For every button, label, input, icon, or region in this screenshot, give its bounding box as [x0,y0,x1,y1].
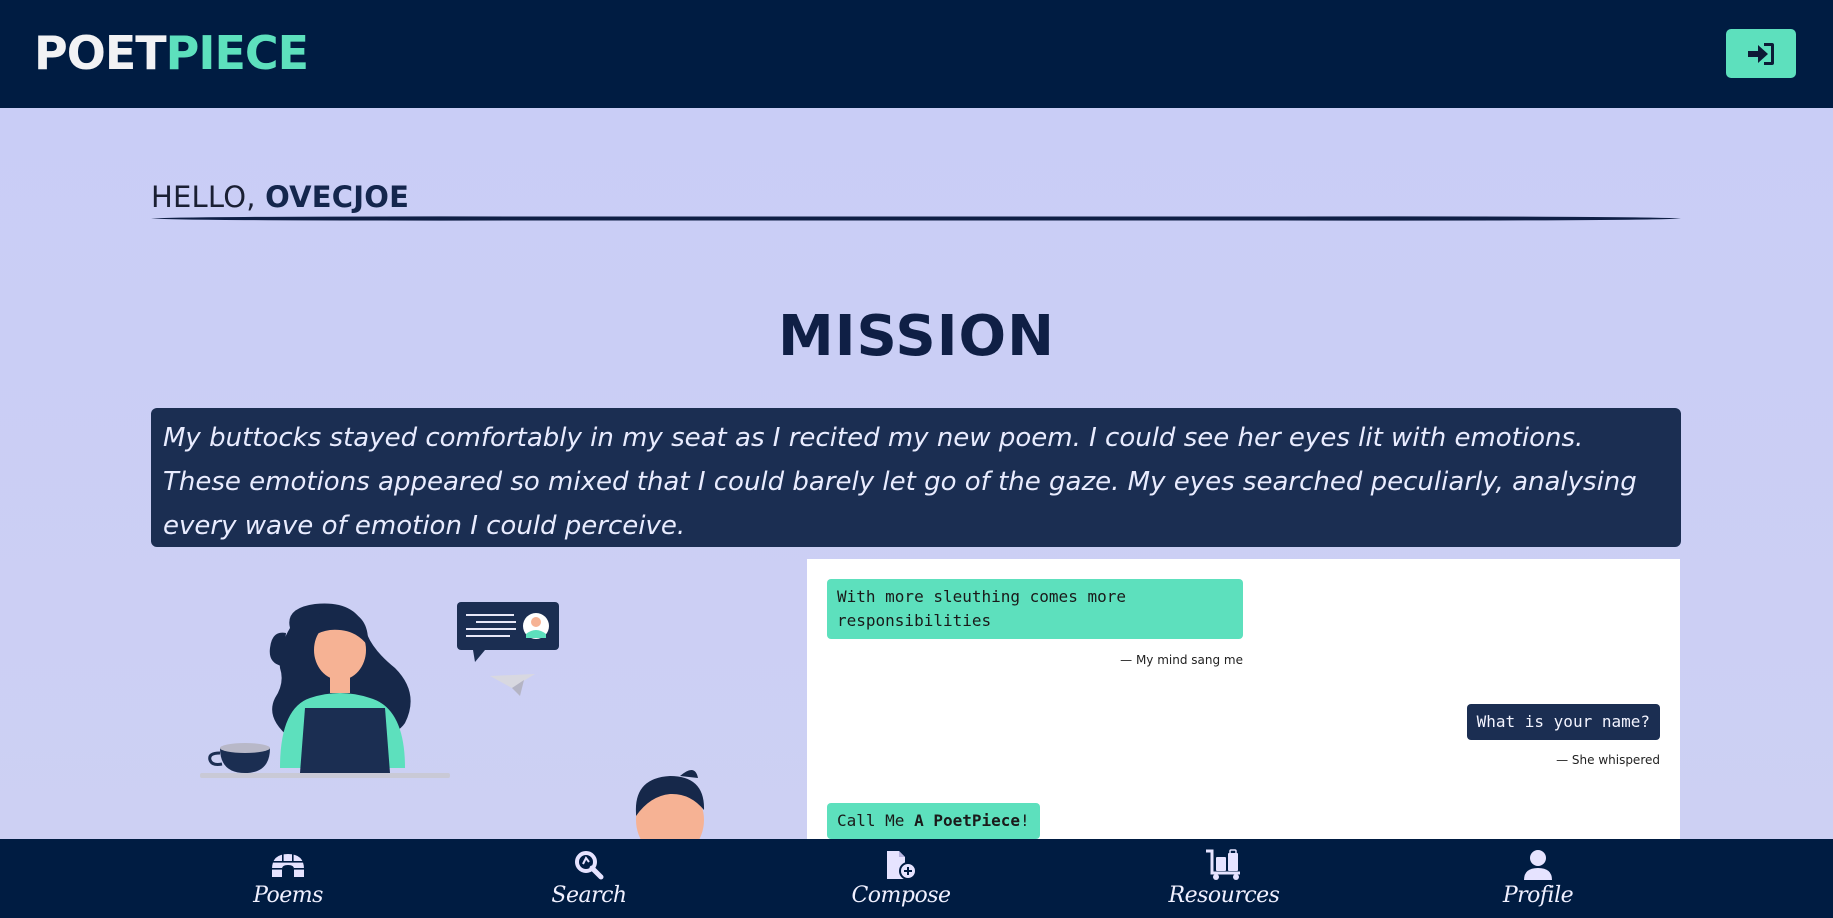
nav-item-profile[interactable]: Profile [1498,839,1578,918]
chat-bubble-question: What is your name? [1466,704,1660,740]
nav-item-resources[interactable]: Resources [1169,839,1280,918]
top-header: POETPIECE [0,0,1833,108]
chat-caption-whisper: — She whispered [1556,753,1660,767]
file-add-icon [887,851,917,880]
reply-bold: A PoetPiece [914,811,1021,830]
chat-bubble-reply: Call Me A PoetPiece! [827,803,1040,839]
greeting: HELLO, OVECJOE [151,180,409,214]
nav-label-compose: Compose [851,883,951,908]
sign-in-icon [1748,42,1774,65]
igloo-icon [272,854,304,877]
login-button[interactable] [1726,29,1796,78]
chat-panel: With more sleuthing comes more responsib… [807,559,1680,839]
luggage-cart-icon [1206,849,1240,880]
mission-title: MISSION [777,304,1056,369]
nav-label-profile: Profile [1502,883,1574,908]
logo-part-piece: PIECE [165,26,309,80]
reply-prefix: Call Me [837,811,915,830]
greeting-prefix: HELLO, [151,180,266,214]
nav-item-compose[interactable]: Compose [851,839,951,918]
greeting-divider [151,216,1681,221]
reply-suffix: ! [1020,811,1030,830]
mission-box: My buttocks stayed comfortably in my sea… [151,408,1681,547]
user-icon [1524,850,1552,880]
mission-text: My buttocks stayed comfortably in my sea… [163,423,1637,541]
bottom-nav: Poems Search Compose Resources Profile [0,839,1833,918]
search-icon [575,851,604,880]
poetpiece-logo[interactable]: POETPIECE [34,26,309,80]
nav-item-poems[interactable]: Poems [248,839,328,918]
nav-label-resources: Resources [1168,883,1280,908]
nav-label-search: Search [551,883,627,908]
main-content: HELLO, OVECJOE MISSION My buttocks staye… [0,108,1833,839]
logo-part-poet: POET [34,26,167,80]
writer-illustration [200,602,705,839]
nav-label-poems: Poems [253,883,323,908]
nav-item-search[interactable]: Search [546,839,632,918]
chat-bubble-mind: With more sleuthing comes more responsib… [827,579,1243,639]
chat-caption-mind: — My mind sang me [1120,653,1243,667]
greeting-username: OVECJOE [265,180,410,214]
